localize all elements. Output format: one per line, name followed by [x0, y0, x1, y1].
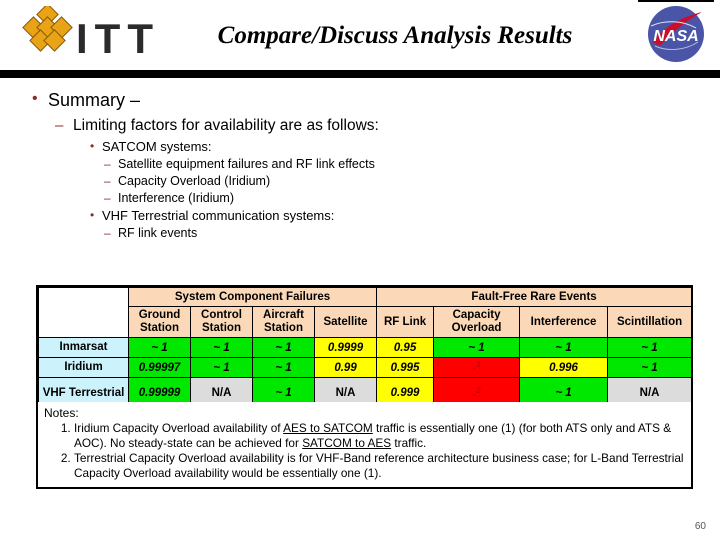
table-body: Inmarsat ~ 1 ~ 1 ~ 1 0.9999 0.95 ~ 1 ~ 1… [38, 337, 693, 409]
cell-inmarsat-scintillation: ~ 1 [607, 337, 693, 358]
svg-text:NASA: NASA [653, 28, 698, 45]
cell-inmarsat-aircraft-station: ~ 1 [252, 337, 315, 358]
bullet-limiting-factors: Limiting factors for availability are as… [55, 115, 720, 136]
col-control-station: Control Station [190, 306, 253, 338]
bullet-satcom-systems: SATCOM systems: [88, 137, 720, 156]
group-header-system-component-failures: System Component Failures [127, 287, 378, 307]
footnote-ref: 2 [476, 385, 481, 395]
note-underline-aes-to-satcom: AES to SATCOM [283, 421, 373, 435]
bullet-content: Summary – Limiting factors for availabil… [0, 87, 720, 242]
table-column-header-row: Ground Station Control Station Aircraft … [39, 306, 693, 338]
cell-iridium-ground-station: 0.99997 [128, 357, 191, 378]
page-title: Compare/Discuss Analysis Results [217, 22, 573, 49]
col-interference: Interference [519, 306, 609, 338]
bullet-summary: Summary – [30, 87, 720, 112]
cell-iridium-satellite: 0.99 [313, 357, 378, 378]
notes-title: Notes: [44, 406, 79, 420]
cell-inmarsat-interference: ~ 1 [519, 337, 609, 358]
slide-header: ITT Compare/Discuss Analysis Results NAS… [0, 0, 720, 78]
itt-logo: ITT [8, 2, 158, 68]
col-scintillation: Scintillation [607, 306, 693, 338]
table-corner-cell [38, 287, 129, 338]
col-capacity-overload: Capacity Overload [433, 306, 521, 338]
footnote-ref: 1 [476, 360, 481, 370]
cell-iridium-rf-link: 0.995 [376, 357, 435, 378]
col-aircraft-station: Aircraft Station [252, 306, 315, 338]
row-label-inmarsat: Inmarsat [38, 337, 129, 358]
bullet-interference: Interference (Iridium) [104, 190, 720, 207]
cell-inmarsat-ground-station: ~ 1 [128, 337, 191, 358]
cell-inmarsat-satellite: 0.9999 [313, 337, 378, 358]
availability-table: System Component Failures Fault-Free Rar… [38, 287, 693, 409]
group-header-fault-free-rare-events: Fault-Free Rare Events [376, 287, 693, 307]
availability-matrix: System Component Failures Fault-Free Rar… [36, 285, 693, 411]
page-number: 60 [694, 521, 706, 532]
cell-iridium-interference: 0.996 [519, 357, 609, 378]
table-row: Inmarsat ~ 1 ~ 1 ~ 1 0.9999 0.95 ~ 1 ~ 1… [38, 337, 693, 358]
cell-inmarsat-capacity-overload: ~ 1 [433, 337, 521, 358]
col-rf-link: RF Link [376, 306, 435, 338]
itt-wordmark: ITT [76, 15, 160, 62]
note-item-2: Terrestrial Capacity Overload availabili… [74, 451, 685, 480]
table-head: System Component Failures Fault-Free Rar… [38, 287, 693, 338]
bullet-vhf-terrestrial: VHF Terrestrial communication systems: [88, 206, 720, 225]
col-ground-station: Ground Station [128, 306, 191, 338]
itt-diamond-logo-icon [22, 6, 73, 52]
header-divider-bar [0, 70, 720, 78]
nasa-meatball-logo-icon: NASA [648, 6, 704, 62]
cell-iridium-capacity-overload: -1 [433, 357, 521, 378]
table-group-header-row: System Component Failures Fault-Free Rar… [38, 287, 693, 338]
bullet-satellite-failures: Satellite equipment failures and RF link… [104, 156, 720, 173]
notes-list: Iridium Capacity Overload availability o… [44, 421, 685, 480]
table-row: Iridium 0.99997 ~ 1 ~ 1 0.99 0.995 -1 0.… [38, 357, 693, 378]
cell-iridium-control-station: ~ 1 [190, 357, 253, 378]
notes-section: Notes: Iridium Capacity Overload availab… [36, 402, 693, 489]
bullet-rf-link-events: RF link events [104, 225, 720, 242]
note-item-1: Iridium Capacity Overload availability o… [74, 421, 685, 450]
cell-iridium-aircraft-station: ~ 1 [252, 357, 315, 378]
cell-iridium-scintillation: ~ 1 [607, 357, 693, 378]
cell-inmarsat-control-station: ~ 1 [190, 337, 253, 358]
row-label-iridium: Iridium [38, 357, 129, 378]
note-underline-satcom-to-aes: SATCOM to AES [302, 435, 392, 450]
bullet-capacity-overload: Capacity Overload (Iridium) [104, 173, 720, 190]
cell-inmarsat-rf-link: 0.95 [376, 337, 435, 358]
col-satellite: Satellite [313, 306, 378, 338]
